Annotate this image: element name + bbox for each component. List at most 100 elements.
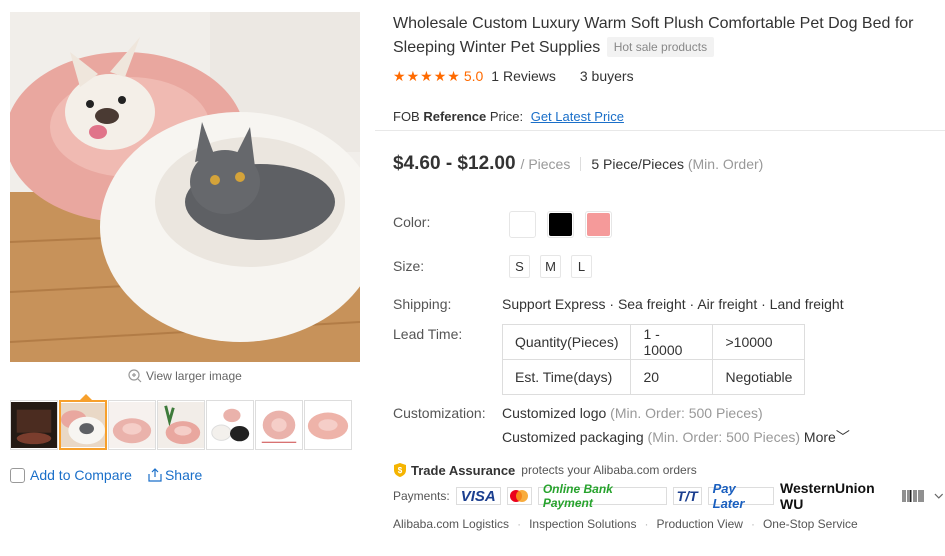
price-separator [580,157,582,171]
rating-stars: ★ ★ ★ ★ ★ [393,69,460,83]
section-divider [375,130,945,131]
fob-price-row: FOB Reference Price: Get Latest Price [393,109,624,124]
min-order-value: 5 Piece/Pieces [591,156,684,172]
share-button[interactable]: Share [147,467,202,483]
table-row: Quantity(Pieces) 1 - 10000 >10000 [501,324,806,360]
rating-row: ★ ★ ★ ★ ★ 5.0 1 Reviews 3 buyers [393,68,938,84]
view-larger-label: View larger image [146,369,242,383]
svg-text:$: $ [398,466,403,475]
size-options: S M L [509,255,592,278]
trade-assurance-shield-icon: $ [394,463,406,477]
pay-later-logo: Pay Later [707,481,775,511]
size-option-l[interactable]: L [571,255,592,278]
tt-logo: T/T [672,487,702,505]
service-separator: · [750,517,755,531]
customization-logo: Customized logo (Min. Order: 500 Pieces) [502,405,763,421]
color-options [509,211,612,238]
service-separator: · [644,517,649,531]
star-icon: ★ [406,68,420,84]
payments-label: Payments: [393,489,450,503]
payments-expand-chevron-icon[interactable] [933,490,945,502]
star-icon: ★ [420,68,433,84]
table-row: Est. Time(days) 20 Negotiable [501,359,806,395]
reviews-link[interactable]: 1 Reviews [491,68,556,84]
share-icon [148,468,162,482]
share-label: Share [164,467,203,483]
star-icon: ★ [447,68,460,84]
table-cell: Negotiable [712,359,806,395]
color-swatch-black[interactable] [547,211,574,238]
service-one-stop-link[interactable]: One-Stop Service [763,517,858,531]
customization-packaging: Customized packaging (Min. Order: 500 Pi… [502,427,850,447]
fob-reference: Reference [423,109,487,124]
chevron-down-icon: ﹀ [835,429,850,445]
fob-suffix: Price: [489,109,524,124]
product-photo [10,12,360,362]
online-bank-payment-logo: Online Bank Payment [537,482,667,510]
size-option-m[interactable]: M [540,255,561,278]
star-icon: ★ [393,68,406,84]
mastercard-icon [506,487,532,505]
customized-logo-min: (Min. Order: 500 Pieces) [610,405,763,421]
star-icon: ★ [433,68,447,84]
price-range: $4.60 - $12.00 [393,153,516,174]
table-cell: 1 - 10000 [630,324,714,360]
shipping-methods: Support Express · Sea freight · Air frei… [502,296,844,312]
thumbnail-strip [10,400,352,450]
price-row: $4.60 - $12.00 / Pieces 5 Piece/Pieces (… [393,153,763,175]
more-customization-button[interactable]: More﹀ [804,429,850,445]
buyers-count: 3 buyers [579,68,634,84]
service-production-view-link[interactable]: Production View [656,517,743,531]
compare-share-row: Add to Compare Share [10,467,202,483]
thumbnail-cat-dog[interactable] [59,400,107,450]
size-option-s[interactable]: S [509,255,530,278]
fob-prefix: FOB [393,109,420,124]
product-title: Wholesale Custom Luxury Warm Soft Plush … [393,12,938,60]
size-label: Size: [393,258,425,274]
customized-packaging-min: (Min. Order: 500 Pieces) [647,429,801,445]
customized-packaging: Customized packaging [502,429,644,445]
color-swatch-white[interactable] [509,211,536,238]
compare-checkbox[interactable] [10,467,25,483]
western-union-logo: WesternUnion WU [780,480,878,512]
get-latest-price-link[interactable]: Get Latest Price [531,109,624,124]
thumbnail-video[interactable] [10,400,58,450]
lead-time-table: Quantity(Pieces) 1 - 10000 >10000 Est. T… [501,324,806,395]
thumbnail-pink-dimensions[interactable] [255,400,303,450]
rating-score: 5.0 [463,68,484,84]
table-cell: >10000 [712,324,806,360]
shipping-label: Shipping: [393,296,452,312]
hot-sale-badge: Hot sale products [606,37,715,57]
service-separator: · [517,517,522,531]
add-to-compare-link[interactable]: Add to Compare [30,467,132,483]
product-info: Wholesale Custom Luxury Warm Soft Plush … [393,12,938,84]
zoom-icon [128,369,142,383]
customized-logo: Customized logo [502,405,607,421]
more-label: More [803,429,836,445]
table-cell: Quantity(Pieces) [501,324,632,360]
thumbnail-pink-bed-size[interactable] [108,400,156,450]
min-order-label: (Min. Order) [687,156,764,172]
price-unit: / Pieces [520,156,571,172]
table-cell: 20 [630,359,714,395]
table-cell: Est. Time(days) [501,359,632,395]
trade-assurance-row: $ Trade Assurance protects your Alibaba.… [393,462,697,478]
service-inspection-link[interactable]: Inspection Solutions [529,517,636,531]
color-label: Color: [393,214,431,230]
service-logistics-link[interactable]: Alibaba.com Logistics [393,517,509,531]
customization-label: Customization: [393,405,486,421]
thumbnail-three-colors[interactable] [206,400,254,450]
boleto-barcode-icon [902,487,925,505]
main-product-image[interactable] [10,12,360,362]
visa-logo: VISA [455,487,501,505]
payments-row: Payments: VISA Online Bank Payment T/T P… [393,480,945,512]
min-order: 5 Piece/Pieces (Min. Order) [591,156,763,172]
color-swatch-pink[interactable] [585,211,612,238]
trade-assurance-desc: protects your Alibaba.com orders [521,463,697,477]
thumbnail-pink-bed-top[interactable] [304,400,352,450]
view-larger-image-link[interactable]: View larger image [128,369,242,383]
lead-time-label: Lead Time: [393,326,463,342]
trade-assurance-title[interactable]: Trade Assurance [411,463,515,478]
thumbnail-pink-bed-plant[interactable] [157,400,205,450]
services-row: Alibaba.com Logistics · Inspection Solut… [393,517,858,531]
